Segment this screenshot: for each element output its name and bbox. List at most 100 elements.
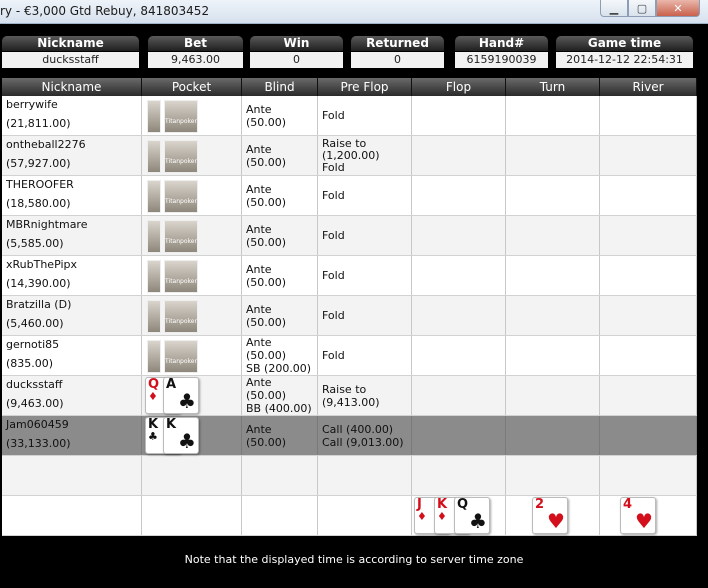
preflop-cell: Fold bbox=[318, 96, 412, 135]
card-back-icon: Titanpoker bbox=[164, 100, 198, 133]
player-name: THEROOFER bbox=[6, 178, 74, 191]
summary-nickname-value: ducksstaff bbox=[2, 52, 139, 68]
river-card: 4 ♥ bbox=[600, 496, 697, 535]
column-header-turn[interactable]: Turn bbox=[506, 78, 600, 96]
window-title: ry - €3,000 Gtd Rebuy, 841803452 bbox=[0, 4, 210, 18]
empty-cell bbox=[142, 496, 242, 535]
blind-action: Ante (50.00) bbox=[246, 102, 287, 129]
player-row[interactable]: gernoti85 (835.00) Titanpoker Ante (50.0… bbox=[2, 336, 697, 376]
player-row[interactable]: berrywife (21,811.00) Titanpoker Ante (5… bbox=[2, 96, 697, 136]
player-name: MBRnightmare bbox=[6, 218, 88, 231]
river-cell bbox=[600, 176, 697, 215]
card-king-clubs: K ♣ bbox=[163, 417, 199, 454]
empty-cell bbox=[506, 456, 600, 495]
maximize-icon[interactable]: ▢ bbox=[628, 0, 656, 17]
flop-cell bbox=[412, 256, 506, 295]
pocket-cell: Titanpoker bbox=[142, 176, 242, 215]
empty-cell bbox=[600, 456, 697, 495]
timezone-note: Note that the displayed time is accordin… bbox=[184, 553, 524, 566]
board-row: J ♦ K ♦ Q ♣ 2 ♥ 4 ♥ bbox=[2, 496, 697, 536]
player-cell: ducksstaff (9,463.00) bbox=[2, 376, 142, 415]
flop-cell bbox=[412, 176, 506, 215]
pocket-cell: Titanpoker bbox=[142, 96, 242, 135]
preflop-action-2: Call (9,013.00) bbox=[322, 435, 404, 449]
column-header-river[interactable]: River bbox=[600, 78, 697, 96]
empty-cell bbox=[242, 496, 318, 535]
card-back-icon: Titanpoker bbox=[164, 260, 198, 293]
player-stack: (21,811.00) bbox=[6, 117, 71, 130]
card-back-icon: Titanpoker bbox=[164, 140, 198, 173]
blind-cell: Ante (50.00) bbox=[242, 296, 318, 335]
blind-action-2: SB (200.00) bbox=[246, 362, 312, 375]
minimize-icon[interactable]: ▁ bbox=[600, 0, 628, 17]
blind-action: Ante (50.00) bbox=[246, 142, 287, 169]
empty-cell bbox=[318, 456, 412, 495]
card-back-icon bbox=[147, 300, 161, 333]
empty-cell bbox=[142, 456, 242, 495]
column-header-preflop[interactable]: Pre Flop bbox=[318, 78, 412, 96]
preflop-cell: Call (400.00) Call (9,013.00) bbox=[318, 416, 412, 455]
player-row[interactable]: Bratzilla (D) (5,460.00) Titanpoker Ante… bbox=[2, 296, 697, 336]
summary-game-time: Game time 2014-12-12 22:54:31 bbox=[556, 36, 693, 70]
column-header-flop[interactable]: Flop bbox=[412, 78, 506, 96]
card-back-icon bbox=[147, 340, 161, 373]
column-header-nickname[interactable]: Nickname bbox=[2, 78, 142, 96]
player-row[interactable]: xRubThePipx (14,390.00) Titanpoker Ante … bbox=[2, 256, 697, 296]
pocket-cell: Titanpoker bbox=[142, 336, 242, 375]
blind-cell: Ante (50.00) bbox=[242, 416, 318, 455]
player-cell: gernoti85 (835.00) bbox=[2, 336, 142, 375]
diamond-icon: ♦ bbox=[437, 510, 447, 523]
player-row[interactable]: ducksstaff (9,463.00) Q ♦ A ♣ Ante (50.0… bbox=[2, 376, 697, 416]
summary-returned-label: Returned bbox=[351, 36, 444, 51]
card-back-icon: Titanpoker bbox=[164, 340, 198, 373]
empty-cell bbox=[412, 456, 506, 495]
column-header-blind[interactable]: Blind bbox=[242, 78, 318, 96]
summary-bet-label: Bet bbox=[148, 36, 243, 51]
preflop-cell: Fold bbox=[318, 216, 412, 255]
player-cell: xRubThePipx (14,390.00) bbox=[2, 256, 142, 295]
blind-action: Ante (50.00) bbox=[246, 222, 287, 249]
blind-action: Ante (50.00) bbox=[246, 376, 287, 402]
player-name: berrywife bbox=[6, 98, 58, 111]
river-cell bbox=[600, 296, 697, 335]
river-cell bbox=[600, 336, 697, 375]
blind-action: Ante (50.00) bbox=[246, 422, 287, 449]
close-icon[interactable]: ✕ bbox=[656, 0, 700, 17]
pocket-cell: Titanpoker bbox=[142, 256, 242, 295]
turn-cell bbox=[506, 376, 600, 415]
hand-summary: Nickname ducksstaff Bet 9,463.00 Win 0 R… bbox=[0, 36, 708, 70]
flop-cell bbox=[412, 376, 506, 415]
blind-action: Ante (50.00) bbox=[246, 262, 287, 289]
card-queen-clubs: Q ♣ bbox=[454, 497, 490, 534]
card-ace-clubs: A ♣ bbox=[163, 377, 199, 414]
preflop-action: Fold bbox=[322, 189, 345, 202]
preflop-action: Fold bbox=[322, 309, 345, 322]
player-row-selected[interactable]: Jam060459 (33,133.00) K ♣ K ♣ Ante (50.0… bbox=[2, 416, 697, 456]
player-cell: Bratzilla (D) (5,460.00) bbox=[2, 296, 142, 335]
player-row[interactable]: THEROOFER (18,580.00) Titanpoker Ante (5… bbox=[2, 176, 697, 216]
card-back-icon bbox=[147, 140, 161, 173]
river-cell bbox=[600, 216, 697, 255]
card-back-icon: Titanpoker bbox=[164, 180, 198, 213]
flop-cell bbox=[412, 296, 506, 335]
preflop-action: Call (400.00) bbox=[322, 422, 394, 436]
empty-cell bbox=[242, 456, 318, 495]
window-controls: ▁ ▢ ✕ bbox=[600, 0, 700, 17]
player-stack: (5,585.00) bbox=[6, 237, 64, 250]
pocket-cell: Titanpoker bbox=[142, 136, 242, 175]
blind-cell: Ante (50.00) BB (400.00) bbox=[242, 376, 318, 415]
preflop-cell: Fold bbox=[318, 336, 412, 375]
turn-cell bbox=[506, 336, 600, 375]
heart-icon: ♥ bbox=[547, 509, 565, 533]
card-back-brand: Titanpoker bbox=[165, 318, 197, 325]
column-header-pocket[interactable]: Pocket bbox=[142, 78, 242, 96]
player-cell: THEROOFER (18,580.00) bbox=[2, 176, 142, 215]
summary-time-label: Game time bbox=[556, 36, 693, 51]
player-row[interactable]: MBRnightmare (5,585.00) Titanpoker Ante … bbox=[2, 216, 697, 256]
turn-card: 2 ♥ bbox=[506, 496, 600, 535]
player-cell: berrywife (21,811.00) bbox=[2, 96, 142, 135]
player-row[interactable]: ontheball2276 (57,927.00) Titanpoker Ant… bbox=[2, 136, 697, 176]
preflop-amount: (9,413.00) bbox=[322, 395, 380, 409]
pocket-cell: Titanpoker bbox=[142, 296, 242, 335]
blind-cell: Ante (50.00) bbox=[242, 216, 318, 255]
